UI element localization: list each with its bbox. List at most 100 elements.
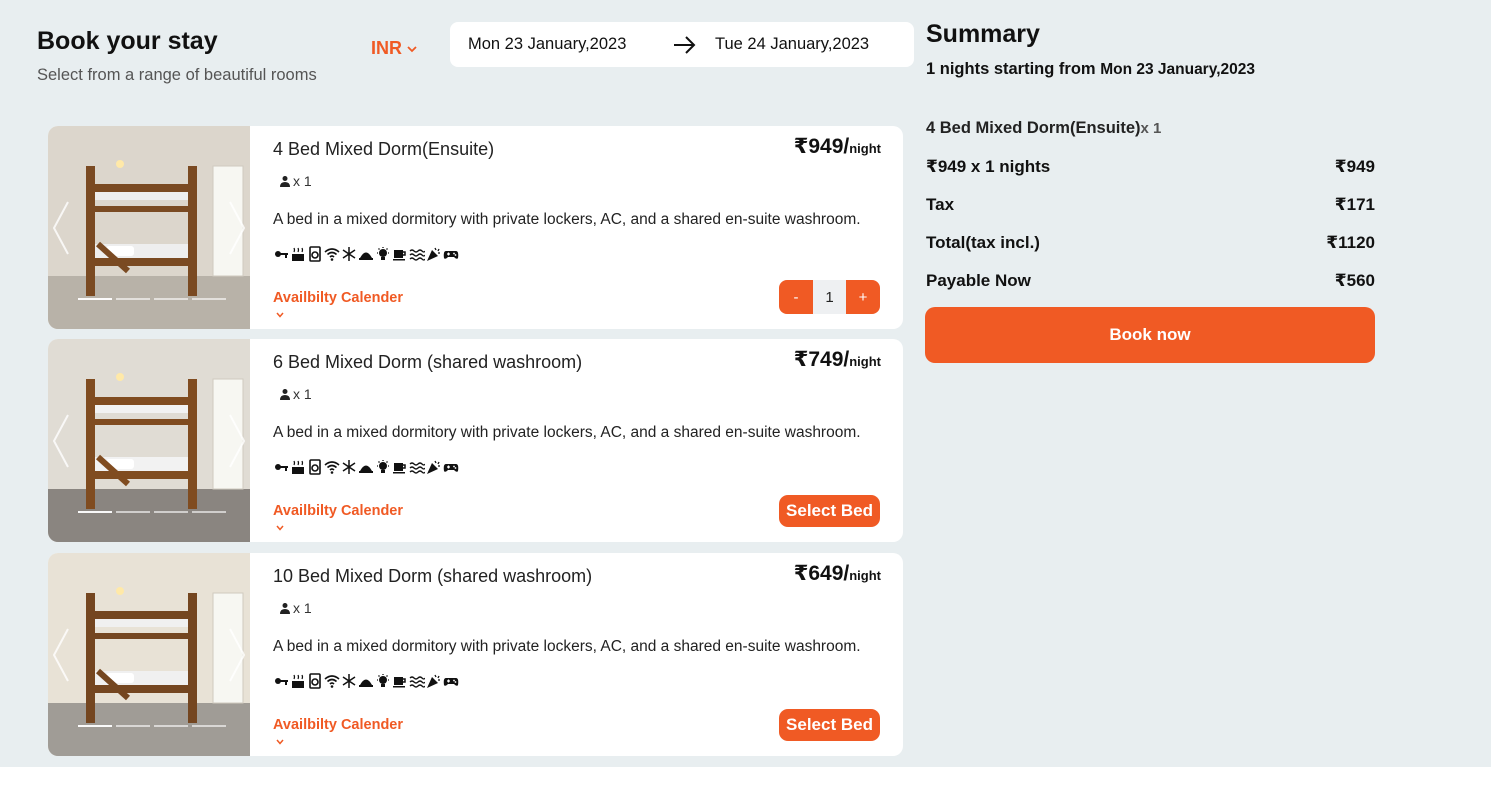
- summary-row-rate: ₹949 x 1 nights ₹949: [926, 157, 1375, 177]
- slider-dot[interactable]: [154, 511, 188, 513]
- currency-selector[interactable]: INR: [371, 38, 418, 59]
- snowflake-icon: [342, 247, 356, 261]
- key-icon: [275, 678, 288, 685]
- price-amount: ₹949/: [793, 135, 850, 158]
- room-description: A bed in a mixed dormitory with private …: [273, 211, 861, 228]
- slider-dot[interactable]: [192, 511, 226, 513]
- slider-dot[interactable]: [192, 725, 226, 727]
- amenity-list: [273, 246, 459, 262]
- summary-room-qty: x 1: [1140, 120, 1162, 137]
- chevron-down-icon[interactable]: [275, 310, 285, 320]
- room-photo: [48, 553, 250, 756]
- guest-count-text: x 1: [293, 600, 312, 616]
- summary-row-value: ₹171: [1334, 195, 1375, 214]
- waves-icon: [409, 462, 425, 474]
- washing-machine-icon: [309, 246, 321, 262]
- slider-dots: [78, 298, 226, 300]
- key-icon: [275, 251, 288, 258]
- price-unit: night: [849, 141, 881, 156]
- summary-row-label: ₹949 x 1 nights: [926, 157, 1051, 176]
- room-price: ₹949/night: [794, 134, 881, 159]
- party-icon: [427, 460, 440, 474]
- slider-dot[interactable]: [78, 725, 112, 727]
- room-name: 6 Bed Mixed Dorm (shared washroom): [273, 352, 583, 372]
- slider-dots: [78, 725, 226, 727]
- select-bed-button[interactable]: Select Bed: [779, 495, 880, 527]
- room-name: 4 Bed Mixed Dorm(Ensuite): [273, 139, 495, 159]
- slider-dot[interactable]: [192, 298, 226, 300]
- party-icon: [427, 674, 440, 688]
- page-title: Book your stay: [37, 27, 218, 55]
- quantity-stepper[interactable]: -1 +: [779, 280, 880, 314]
- person-icon: [280, 389, 290, 400]
- heater-icon: [292, 247, 304, 261]
- slider-next-icon[interactable]: [226, 411, 248, 471]
- start-date: Mon 23 January,2023: [1100, 61, 1255, 78]
- wifi-icon: [324, 461, 340, 474]
- slider-dot[interactable]: [78, 298, 112, 300]
- summary-title: Summary: [926, 20, 1040, 48]
- availability-calendar-link[interactable]: Availbilty Calender: [273, 717, 403, 733]
- room-price: ₹749/night: [794, 347, 881, 372]
- currency-label: INR: [371, 38, 402, 58]
- guest-count: x 1: [279, 173, 312, 189]
- summary-row-value: ₹560: [1334, 271, 1375, 290]
- quantity-value: 1: [813, 280, 846, 314]
- key-icon: [275, 464, 288, 471]
- room-price: ₹649/night: [794, 561, 881, 586]
- page-subtitle: Select from a range of beautiful rooms: [37, 66, 317, 84]
- snowflake-icon: [342, 460, 356, 474]
- price-amount: ₹649/: [793, 562, 850, 585]
- slider-dot[interactable]: [78, 511, 112, 513]
- select-bed-button[interactable]: Select Bed: [779, 709, 880, 741]
- check-in-date[interactable]: Mon 23 January,2023: [468, 35, 626, 54]
- coffee-icon: [393, 677, 406, 688]
- slider-next-icon[interactable]: [226, 198, 248, 258]
- slider-dots: [78, 511, 226, 513]
- room-description: A bed in a mixed dormitory with private …: [273, 424, 861, 441]
- price-amount: ₹749/: [793, 348, 850, 371]
- chevron-down-icon[interactable]: [275, 523, 285, 533]
- nights-text: 1 nights starting from: [926, 60, 1101, 78]
- summary-row-payable: Payable Now ₹560: [926, 271, 1375, 291]
- slider-prev-icon[interactable]: [50, 625, 72, 685]
- slider-next-icon[interactable]: [226, 625, 248, 685]
- slider-prev-icon[interactable]: [50, 411, 72, 471]
- date-range-picker[interactable]: Mon 23 January,2023 Tue 24 January,2023: [450, 22, 914, 67]
- decrease-button[interactable]: -: [779, 280, 813, 314]
- guest-count: x 1: [279, 386, 312, 402]
- slider-dot[interactable]: [116, 511, 150, 513]
- price-unit: night: [849, 568, 881, 583]
- party-icon: [427, 247, 440, 261]
- gamepad-icon: [443, 251, 459, 259]
- heater-icon: [292, 674, 304, 688]
- summary-row-tax: Tax ₹171: [926, 195, 1375, 215]
- coffee-icon: [393, 463, 406, 474]
- slider-dot[interactable]: [116, 298, 150, 300]
- room-service-icon: [359, 252, 373, 260]
- snowflake-icon: [342, 674, 356, 688]
- book-now-button[interactable]: Book now: [925, 307, 1375, 363]
- summary-row-value: ₹949: [1334, 157, 1375, 176]
- room-card: 10 Bed Mixed Dorm (shared washroom) ₹649/…: [48, 553, 903, 756]
- chevron-down-icon[interactable]: [275, 737, 285, 747]
- availability-calendar-link[interactable]: Availbilty Calender: [273, 290, 403, 306]
- lamp-icon: [377, 674, 389, 687]
- gamepad-icon: [443, 464, 459, 472]
- slider-dot[interactable]: [116, 725, 150, 727]
- amenity-list: [273, 459, 459, 475]
- room-name: 10 Bed Mixed Dorm (shared washroom): [273, 566, 593, 586]
- availability-calendar-link[interactable]: Availbilty Calender: [273, 503, 403, 519]
- person-icon: [280, 603, 290, 614]
- room-card: 6 Bed Mixed Dorm (shared washroom) ₹749/n…: [48, 339, 903, 542]
- slider-prev-icon[interactable]: [50, 198, 72, 258]
- increase-button[interactable]: +: [846, 280, 880, 314]
- waves-icon: [409, 249, 425, 261]
- summary-row-label: Payable Now: [926, 271, 1031, 290]
- room-service-icon: [359, 679, 373, 687]
- check-out-date[interactable]: Tue 24 January,2023: [715, 35, 869, 54]
- slider-dot[interactable]: [154, 298, 188, 300]
- person-icon: [280, 176, 290, 187]
- room-photo: [48, 126, 250, 329]
- slider-dot[interactable]: [154, 725, 188, 727]
